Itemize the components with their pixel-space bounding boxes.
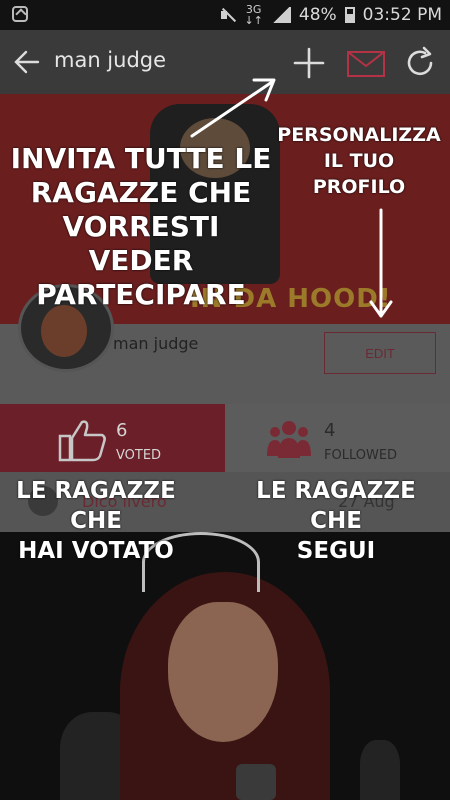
invite-hint-line: RAGAZZE CHE xyxy=(30,176,252,209)
voted-hint: LE RAGAZZE CHE HAI VOTATO xyxy=(6,476,186,566)
page-title: man judge xyxy=(54,48,167,72)
signal-icon xyxy=(270,7,291,23)
profile-name: man judge xyxy=(113,334,199,353)
tab-voted[interactable]: 6 VOTED xyxy=(0,404,225,472)
follow-hint: LE RAGAZZE CHE SEGUI xyxy=(250,476,422,566)
voted-hint-line: CHE xyxy=(70,508,122,534)
followed-count: 4 xyxy=(324,420,336,441)
invite-hint-line: PARTECIPARE xyxy=(36,278,246,311)
battery-percent: 48% xyxy=(298,5,337,25)
personalize-hint-line: IL TUO xyxy=(323,150,395,172)
thumbs-up-icon xyxy=(58,420,106,462)
phone xyxy=(236,764,276,800)
invite-arrow-icon xyxy=(190,78,276,138)
follow-hint-line: CHE xyxy=(310,508,362,534)
battery-icon xyxy=(344,7,355,23)
stats-bar: 6 VOTED 4 FOLLOWED xyxy=(0,404,450,472)
clock: 03:52 PM xyxy=(362,5,442,25)
voted-label: VOTED xyxy=(116,448,162,463)
invite-hint-line: VORRESTI VEDER xyxy=(62,210,220,277)
voted-hint-line: LE RAGAZZE xyxy=(16,478,176,504)
people-icon xyxy=(267,421,311,458)
personalize-hint: PERSONALIZZA IL TUO PROFILO xyxy=(274,122,444,200)
feed-photo[interactable] xyxy=(0,532,450,800)
personalize-hint-line: PERSONALIZZA xyxy=(277,124,441,146)
invite-hint-line: INVITA TUTTE LE xyxy=(10,142,272,175)
mail-icon[interactable] xyxy=(346,50,386,78)
invite-hint: INVITA TUTTE LE RAGAZZE CHE VORRESTI VED… xyxy=(6,142,276,312)
follow-hint-line: SEGUI xyxy=(296,538,376,564)
network-indicator: 3G ↓↑ xyxy=(244,4,262,26)
background-person xyxy=(360,740,400,800)
follow-hint-line: LE RAGAZZE xyxy=(256,478,416,504)
personalize-arrow-icon xyxy=(369,208,393,318)
add-icon[interactable] xyxy=(292,46,326,80)
voted-hint-line: HAI VOTATO xyxy=(18,538,174,564)
back-arrow-icon[interactable] xyxy=(12,47,42,77)
followed-label: FOLLOWED xyxy=(324,448,398,463)
voted-count: 6 xyxy=(116,420,128,441)
refresh-icon[interactable] xyxy=(403,46,437,80)
mute-icon xyxy=(220,7,236,23)
edit-profile-button[interactable]: EDIT xyxy=(324,332,436,374)
personalize-hint-line: PROFILO xyxy=(312,176,406,198)
network-activity: ↓↑ xyxy=(244,14,263,27)
status-bar: 3G ↓↑ 48% 03:52 PM xyxy=(0,0,450,30)
notification-app-icon xyxy=(12,6,28,22)
